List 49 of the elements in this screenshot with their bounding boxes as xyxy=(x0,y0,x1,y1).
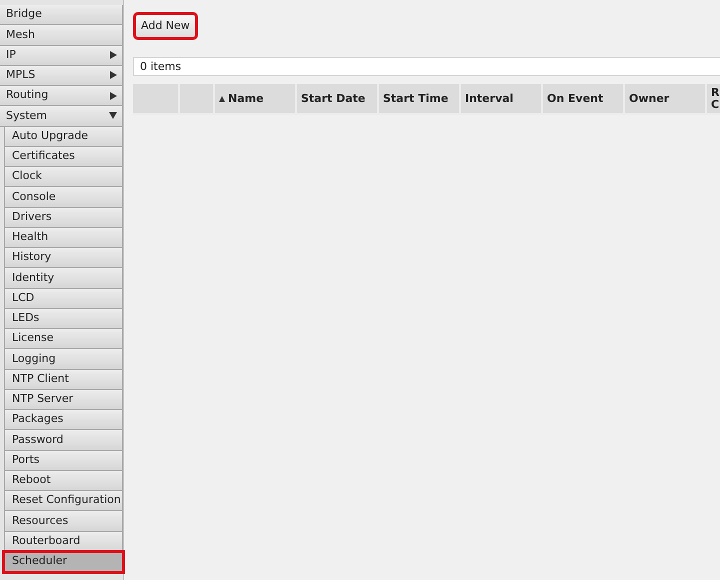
column-label: Name xyxy=(228,92,264,105)
menu-item[interactable]: MPLS xyxy=(0,66,123,86)
submenu-item[interactable]: Scheduler xyxy=(4,552,123,572)
submenu-item[interactable]: NTP Server xyxy=(4,390,123,410)
column-label: Start Date xyxy=(301,92,366,105)
submenu-item[interactable]: Identity xyxy=(4,268,123,288)
column-header[interactable]: R C xyxy=(707,84,720,116)
column-header[interactable]: Start Date xyxy=(297,84,379,116)
expand-arrow-icon xyxy=(110,71,117,80)
submenu-item[interactable]: History xyxy=(4,248,123,268)
submenu-item[interactable]: Reset Configuration xyxy=(4,491,123,512)
add-new-button[interactable]: Add New xyxy=(135,14,196,38)
column-header[interactable]: Owner xyxy=(625,84,707,116)
sort-up-icon xyxy=(219,96,225,102)
column-label: Interval xyxy=(465,92,514,105)
column-label: On Event xyxy=(547,92,604,105)
column-header[interactable]: Name xyxy=(215,84,297,116)
submenu-item[interactable]: Health xyxy=(4,228,123,248)
column-label: Start Time xyxy=(383,92,448,105)
menu-item[interactable]: IP xyxy=(0,46,123,66)
submenu-item[interactable]: Ports xyxy=(4,450,123,471)
expand-arrow-icon xyxy=(110,92,117,100)
submenu-item[interactable]: Auto Upgrade xyxy=(4,126,123,147)
collapse-arrow-icon xyxy=(109,112,117,120)
submenu-item[interactable]: LCD xyxy=(4,288,123,309)
submenu-item[interactable]: Password xyxy=(4,430,123,450)
submenu-item[interactable]: License xyxy=(4,329,123,350)
submenu-item[interactable]: Drivers xyxy=(4,208,123,228)
submenu-item[interactable]: Reboot xyxy=(4,470,123,491)
column-label: Owner xyxy=(629,92,670,105)
item-count-bar: 0 items xyxy=(133,57,720,76)
submenu-item[interactable]: Resources xyxy=(4,511,123,532)
column-header[interactable]: On Event xyxy=(543,84,625,116)
column-header[interactable]: Start Time xyxy=(379,84,461,116)
expand-arrow-icon xyxy=(110,51,117,60)
menu-item[interactable]: Routing xyxy=(0,86,123,106)
menu-item[interactable]: Bridge xyxy=(0,5,123,26)
menu-item[interactable]: Mesh xyxy=(0,25,123,46)
column-header[interactable]: Interval xyxy=(461,84,543,116)
menu-item[interactable]: System xyxy=(0,106,123,126)
submenu-item[interactable]: Console xyxy=(4,187,123,208)
submenu-item[interactable]: Routerboard xyxy=(4,532,123,552)
submenu-item[interactable]: Logging xyxy=(4,349,123,370)
submenu-item[interactable]: LEDs xyxy=(4,308,123,329)
submenu-item[interactable]: NTP Client xyxy=(4,370,123,390)
submenu-item[interactable]: Certificates xyxy=(4,146,123,167)
submenu-item[interactable]: Clock xyxy=(4,167,123,188)
submenu-item[interactable]: Packages xyxy=(4,410,123,430)
column-label: R C xyxy=(711,86,720,111)
